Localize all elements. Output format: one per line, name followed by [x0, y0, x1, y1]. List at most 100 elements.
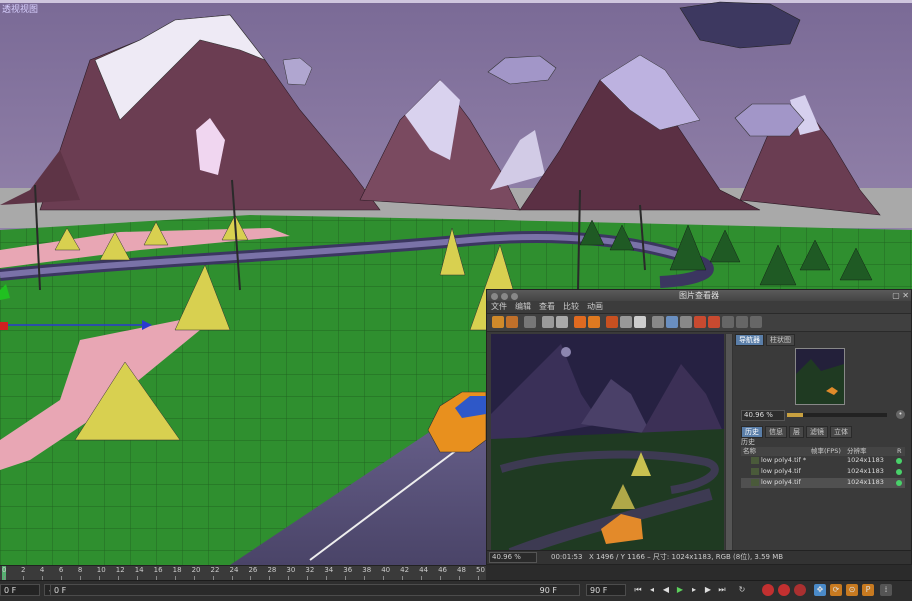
zoom-icon[interactable] — [556, 316, 568, 328]
history-row-name: low poly4.tif — [761, 467, 801, 475]
viewer-titlebar[interactable]: 图片查看器 ▢ ✕ — [487, 290, 911, 301]
next-key-icon[interactable]: ▶ — [702, 584, 714, 596]
status-ok-icon — [896, 458, 902, 464]
timeline-tick-label: 0 — [2, 566, 7, 574]
scale-key-icon[interactable]: ⊙ — [846, 584, 858, 596]
fit-icon[interactable] — [666, 316, 678, 328]
menu-view[interactable]: 查看 — [539, 302, 555, 311]
go-to-start-icon[interactable]: ⏮ — [632, 584, 644, 596]
status-zoom[interactable]: 40.96 % — [489, 552, 537, 563]
timeline-tick-label: 48 — [457, 566, 466, 574]
col-r[interactable]: R — [897, 447, 902, 456]
image-scrollbar[interactable] — [725, 334, 733, 554]
prev-key-icon[interactable]: ◂ — [646, 584, 658, 596]
menu-animation[interactable]: 动画 — [587, 302, 603, 311]
tab-info[interactable]: 信息 — [765, 426, 787, 438]
tab-layers[interactable]: 层 — [789, 426, 804, 438]
timeline-ruler[interactable]: 0 2 4 6 8 10 12 14 16 18 20 22 24 26 28 30 32 34 36 38 40 42 4… — [0, 565, 486, 580]
viewer-toolbar — [487, 314, 911, 332]
current-frame-field[interactable]: 0 F — [0, 584, 40, 596]
crop-icon[interactable] — [542, 316, 554, 328]
navigator-thumbnail[interactable] — [795, 348, 845, 405]
tab-filters[interactable]: 滤镜 — [806, 426, 828, 438]
pla-icon[interactable]: ⁞ — [880, 584, 892, 596]
timeline-tick-label: 8 — [77, 566, 83, 574]
col-fps[interactable]: 帧率(FPS) — [811, 447, 841, 456]
split-icon[interactable] — [736, 316, 748, 328]
ab-compare-icon[interactable] — [620, 316, 632, 328]
rotate-key-icon[interactable]: ⟳ — [830, 584, 842, 596]
copy-icon[interactable] — [524, 316, 536, 328]
history-row[interactable]: low poly4.tif 1024x1183 — [741, 467, 905, 478]
open-icon[interactable] — [492, 316, 504, 328]
tab-stereo[interactable]: 立体 — [830, 426, 852, 438]
status-info: X 1496 / Y 1166 – 尺寸: 1024x1183, RGB (8位… — [589, 553, 784, 561]
range-slider[interactable]: 0 F 90 F — [50, 584, 580, 596]
menu-compare[interactable]: 比较 — [563, 302, 579, 311]
a-icon[interactable] — [694, 316, 706, 328]
zoom-slider[interactable] — [787, 413, 887, 417]
param-key-icon[interactable]: P — [862, 584, 874, 596]
auto-key-icon[interactable] — [778, 584, 790, 596]
timeline-tick-label: 12 — [115, 566, 125, 574]
history-row[interactable]: low poly4.tif 1024x1183 — [741, 478, 905, 489]
prev-frame-icon[interactable]: ◀ — [660, 584, 672, 596]
status-time: 00:01:53 — [551, 553, 583, 561]
image-thumb-icon — [751, 457, 759, 464]
zoom-reset-icon[interactable]: • — [896, 410, 905, 419]
render-region-icon[interactable] — [588, 316, 600, 328]
timeline-tick-label: 32 — [305, 566, 315, 574]
animation-bar: 0 F ◂ 0 F 90 F 90 F ⏮ ◂ ◀ ▶ ▸ ▶ ⏭ ↻ ✥ ⟳ … — [0, 580, 912, 601]
history-row[interactable]: low poly4.tif * 1024x1183 — [741, 456, 905, 467]
viewer-title: 图片查看器 — [679, 291, 719, 300]
more-icon[interactable] — [750, 316, 762, 328]
timeline-tick-label: 6 — [58, 566, 64, 574]
menu-edit[interactable]: 编辑 — [515, 302, 531, 311]
col-res[interactable]: 分辨率 — [847, 447, 867, 456]
cloud-icon[interactable] — [634, 316, 646, 328]
end-frame-field[interactable]: 90 F — [586, 584, 626, 596]
timeline-tick-label: 20 — [191, 566, 201, 574]
viewer-menubar: 文件 编辑 查看 比较 动画 — [487, 301, 911, 314]
next-frame-icon[interactable]: ▸ — [688, 584, 700, 596]
timeline-tick-label: 44 — [419, 566, 429, 574]
move-key-icon[interactable]: ✥ — [814, 584, 826, 596]
record-key-icon[interactable] — [762, 584, 774, 596]
history-header: 名称 帧率(FPS) 分辨率 R — [741, 447, 905, 456]
key-selection-icon[interactable] — [794, 584, 806, 596]
tab-histogram[interactable]: 柱状图 — [766, 334, 795, 346]
swap-icon[interactable] — [722, 316, 734, 328]
loop-icon[interactable]: ↻ — [736, 584, 748, 596]
picture-viewer-window[interactable]: 图片查看器 ▢ ✕ 文件 编辑 查看 比较 动画 导航器 柱状图 40.96 %… — [486, 289, 912, 565]
window-buttons[interactable]: ▢ ✕ — [892, 290, 909, 301]
navigator-panel: 导航器 柱状图 40.96 % • 历史 信息层滤镜 立体 历史 名称 帧率(FPS)… — [735, 334, 911, 554]
b-icon[interactable] — [708, 316, 720, 328]
timeline-tick-label: 46 — [438, 566, 447, 574]
render-icon[interactable] — [574, 316, 586, 328]
menu-file[interactable]: 文件 — [491, 302, 507, 311]
rendered-image[interactable] — [491, 334, 724, 560]
flip-icon[interactable] — [680, 316, 692, 328]
zoom-control[interactable]: 40.96 % • — [741, 410, 905, 421]
tab-navigator[interactable]: 导航器 — [735, 334, 764, 346]
stop-icon[interactable] — [606, 316, 618, 328]
timeline-tick-label: 2 — [20, 566, 26, 574]
grid-icon[interactable] — [652, 316, 664, 328]
play-icon[interactable]: ▶ — [674, 584, 686, 596]
history-row-name: low poly4.tif — [761, 478, 801, 486]
history-row-res: 1024x1183 — [847, 456, 884, 464]
timeline-tick-label: 14 — [134, 566, 144, 574]
col-name[interactable]: 名称 — [743, 447, 756, 456]
history-row-name: low poly4.tif * — [761, 456, 807, 464]
zoom-value[interactable]: 40.96 % — [741, 410, 785, 421]
history-row-res: 1024x1183 — [847, 478, 884, 486]
timeline-tick-label: 18 — [172, 566, 182, 574]
timeline-tick-label: 16 — [153, 566, 163, 574]
timeline-tick-label: 22 — [210, 566, 220, 574]
image-thumb-icon — [751, 468, 759, 475]
timeline-tick-label: 42 — [400, 566, 410, 574]
range-end: 90 F — [539, 586, 557, 595]
status-ok-icon — [896, 469, 902, 475]
save-icon[interactable] — [506, 316, 518, 328]
go-to-end-icon[interactable]: ⏭ — [716, 584, 728, 596]
